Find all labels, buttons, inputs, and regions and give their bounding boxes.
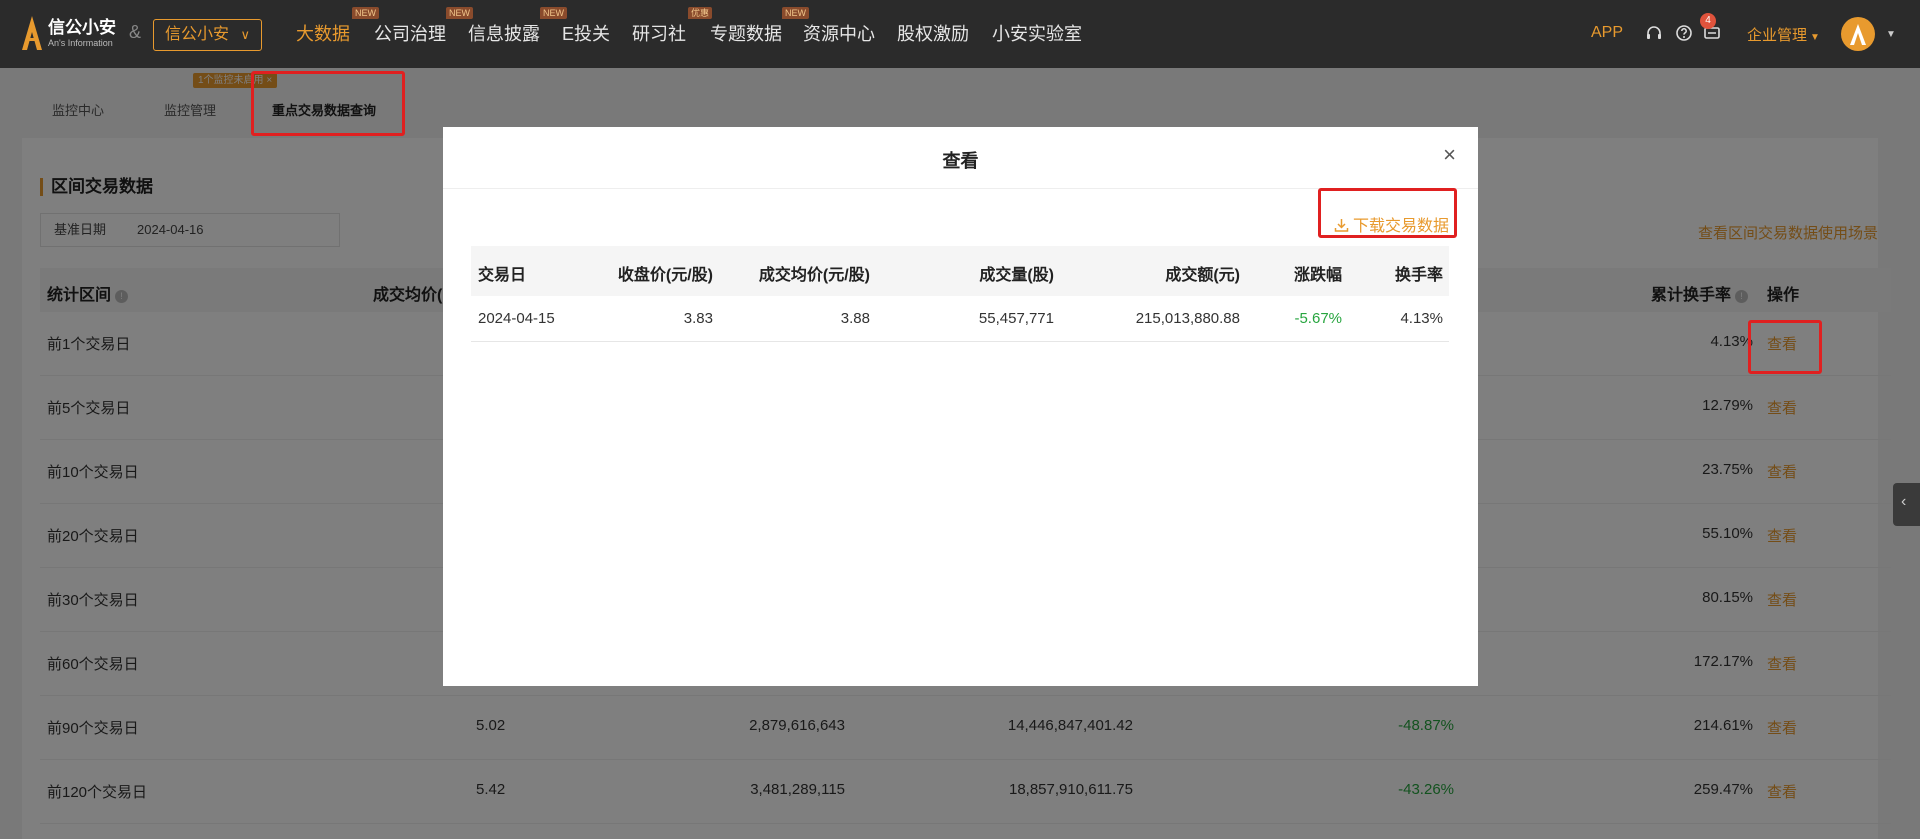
col-header-change: 涨跌幅: [1293, 267, 1342, 284]
cell-amount: 215,013,880.88: [1135, 310, 1240, 327]
cell-change: -5.67%: [1294, 310, 1342, 327]
cell-turnover-rate: 4.13%: [1400, 310, 1443, 327]
notification-count-badge: 4: [1700, 13, 1716, 29]
nav-item-label: 资源中心: [803, 24, 875, 44]
annotation-box-view: [1748, 320, 1822, 374]
nav-item-label: 小安实验室: [992, 24, 1082, 44]
brand-select[interactable]: 信公小安 ∨: [153, 19, 262, 51]
user-avatar[interactable]: [1841, 17, 1875, 51]
annotation-box-download: [1318, 188, 1457, 238]
app-link[interactable]: APP: [1591, 24, 1623, 42]
caret-down-icon: ▼: [1810, 32, 1820, 43]
help-icon[interactable]: [1675, 24, 1693, 42]
nav-item-resources[interactable]: 资源中心: [803, 20, 875, 46]
amp-separator: &: [129, 22, 142, 42]
cell-volume: 55,457,771: [978, 310, 1054, 327]
brand-select-label: 信公小安: [165, 26, 230, 43]
nav-item-label: 公司治理: [374, 24, 446, 44]
modal-table-header: 交易日 收盘价(元/股) 成交均价(元/股) 成交量(股) 成交额(元) 涨跌幅…: [471, 246, 1449, 296]
corp-management-label: 企业管理: [1747, 27, 1808, 44]
brand-name: 信公小安: [48, 17, 116, 37]
nav-item-disclosure[interactable]: 信息披露: [468, 20, 540, 46]
nav-item-label: 专题数据: [710, 24, 782, 44]
corp-management-menu[interactable]: 企业管理 ▼: [1747, 24, 1820, 45]
chevron-left-icon: ‹: [1901, 493, 1907, 510]
modal-title: 查看: [942, 151, 979, 171]
new-badge: NEW: [352, 7, 379, 19]
headset-icon[interactable]: [1645, 24, 1663, 42]
logo-mark-icon: [22, 16, 42, 50]
new-badge: NEW: [540, 7, 567, 19]
cell-avg-price: 3.88: [840, 310, 870, 327]
nav-item-governance[interactable]: 公司治理: [374, 20, 446, 46]
new-badge: NEW: [446, 7, 473, 19]
new-badge: NEW: [782, 7, 809, 19]
cell-trade-date: 2024-04-15: [478, 310, 555, 327]
nav-item-lab[interactable]: 小安实验室: [992, 20, 1082, 46]
avatar-caret-icon[interactable]: ▼: [1886, 29, 1896, 40]
nav-item-label: 信息披露: [468, 24, 540, 44]
nav-item-label: 股权激励: [897, 24, 969, 44]
nav-item-label: E投关: [562, 24, 611, 44]
annotation-box-tab: [251, 71, 405, 136]
col-header-trade-date: 交易日: [478, 267, 527, 284]
nav-item-label: 大数据: [296, 24, 350, 44]
top-navigation: 信公小安 An's Information & 信公小安 ∨ 大数据 NEW 公…: [0, 0, 1920, 68]
side-panel-toggle[interactable]: ‹: [1893, 483, 1920, 526]
close-icon[interactable]: ×: [1443, 144, 1456, 166]
nav-item-label: 研习社: [632, 24, 686, 44]
col-header-amount: 成交额(元): [1165, 267, 1240, 284]
cell-close-price: 3.83: [683, 310, 713, 327]
nav-item-e-ir[interactable]: E投关: [562, 20, 610, 46]
col-header-close-price: 收盘价(元/股): [617, 267, 713, 284]
brand-logo[interactable]: 信公小安 An's Information: [22, 16, 116, 50]
chevron-down-icon: ∨: [240, 27, 250, 42]
nav-item-academy[interactable]: 研习社: [632, 20, 686, 46]
nav-item-equity[interactable]: 股权激励: [897, 20, 969, 46]
modal-table-row: 2024-04-15 3.83 3.88 55,457,771 215,013,…: [471, 296, 1449, 342]
brand-en: An's Information: [48, 37, 113, 48]
nav-item-bigdata[interactable]: 大数据: [296, 20, 350, 46]
col-header-volume: 成交量(股): [979, 267, 1054, 284]
modal-header: 查看 ×: [443, 127, 1478, 189]
nav-item-topics[interactable]: 专题数据: [710, 20, 782, 46]
promo-badge: 优惠: [688, 7, 713, 19]
col-header-avg-price: 成交均价(元/股): [758, 267, 870, 284]
col-header-turnover-rate: 换手率: [1394, 267, 1443, 284]
